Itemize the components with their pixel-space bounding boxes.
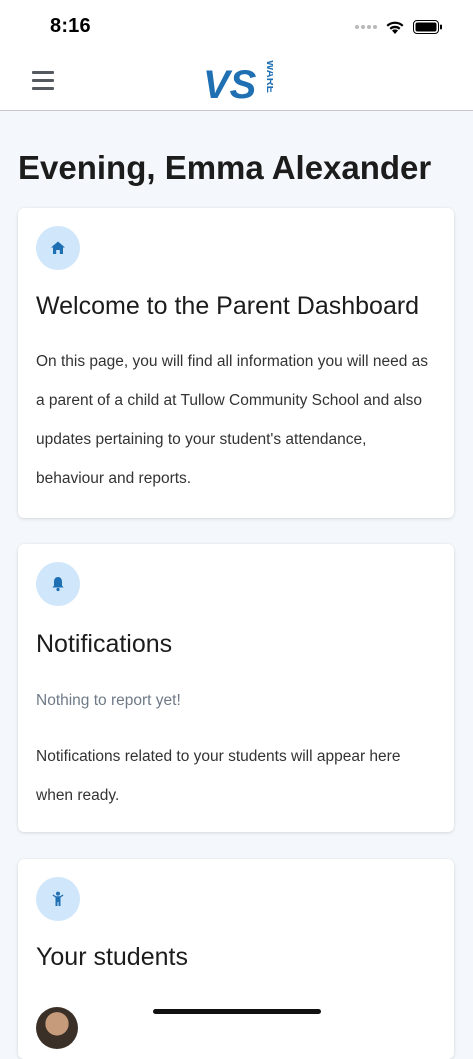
battery-icon [413, 20, 442, 34]
notifications-empty-message: Nothing to report yet! [36, 692, 181, 709]
notifications-title: Notifications [36, 630, 173, 658]
status-bar: 8:16 [0, 0, 473, 52]
page-greeting: Evening, Emma Alexander [18, 149, 432, 186]
notifications-card: Notifications Nothing to report yet! Not… [18, 544, 454, 832]
avatar[interactable] [36, 1007, 78, 1049]
notifications-description: Notifications related to your students w… [36, 748, 401, 804]
wifi-icon [386, 21, 404, 34]
students-title: Your students [36, 943, 188, 971]
home-icon [36, 226, 80, 270]
students-card: Your students [18, 859, 454, 1059]
svg-text:WARE: WARE [264, 60, 273, 93]
menu-icon[interactable] [32, 71, 54, 91]
cellular-signal-icon [355, 25, 377, 29]
welcome-title: Welcome to the Parent Dashboard [36, 292, 420, 320]
status-icons [355, 17, 443, 37]
welcome-card: Welcome to the Parent Dashboard On this … [18, 208, 454, 518]
status-time: 8:16 [50, 15, 91, 37]
child-icon [36, 877, 80, 921]
welcome-body: On this page, you will find all informat… [36, 353, 429, 487]
home-indicator[interactable] [153, 1009, 321, 1014]
top-navbar: VS WARE [0, 52, 473, 111]
bell-icon [36, 562, 80, 606]
vsware-logo[interactable]: VS WARE [203, 58, 273, 106]
svg-text:VS: VS [203, 63, 257, 106]
